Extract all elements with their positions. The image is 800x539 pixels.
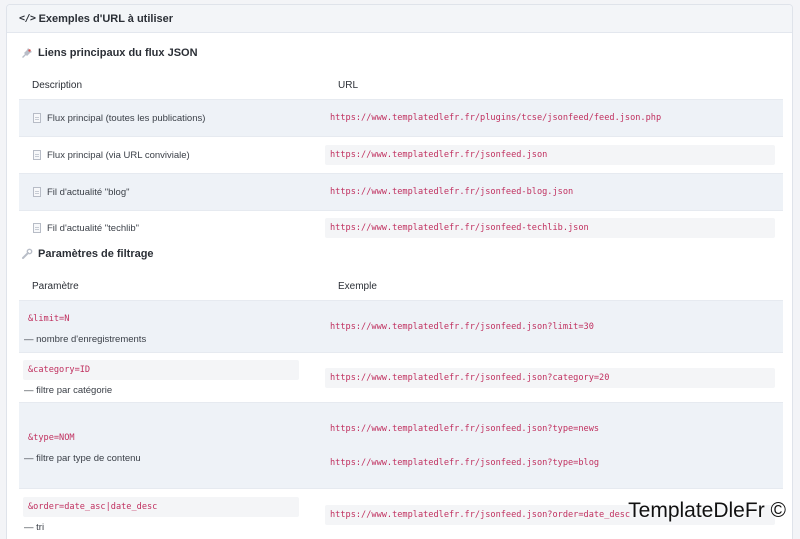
pin-icon: [21, 47, 33, 59]
url-examples-panel: </> Exemples d'URL à utiliser Liens prin…: [6, 4, 793, 539]
param-description: — nombre d'enregistrements: [24, 333, 147, 345]
param-description: — filtre par catégorie: [24, 384, 113, 396]
param-description: — tri: [24, 521, 45, 533]
table-row: Fil d'actualité "techlib" https://www.te…: [19, 210, 783, 245]
table-row: Flux principal (toutes les publications)…: [19, 99, 783, 136]
document-icon: [33, 113, 41, 123]
wrench-icon: [21, 248, 33, 260]
column-parameter: Paramètre: [32, 280, 79, 292]
feed-label: Flux principal (toutes les publications): [47, 112, 206, 124]
table-row: &category=ID — filtre par catégorie http…: [19, 352, 783, 402]
panel-header: </> Exemples d'URL à utiliser: [7, 5, 792, 33]
feed-label: Flux principal (via URL conviviale): [47, 149, 190, 161]
example-url[interactable]: https://www.templatedlefr.fr/jsonfeed.js…: [325, 418, 775, 439]
param-description: — filtre par type de contenu: [24, 452, 141, 464]
param-code[interactable]: &order=date_asc|date_desc: [23, 496, 299, 517]
table-row: &limit=N — nombre d'enregistrements http…: [19, 300, 783, 352]
feeds-table: Description URL Flux principal (toutes l…: [19, 71, 783, 245]
example-url[interactable]: https://www.templatedlefr.fr/jsonfeed.js…: [325, 452, 775, 473]
param-code[interactable]: &type=NOM: [23, 427, 299, 448]
column-description: Description: [32, 79, 83, 91]
feed-label: Fil d'actualité "techlib": [47, 222, 139, 234]
section-filters-title: Paramètres de filtrage: [21, 248, 154, 260]
document-icon: [33, 150, 41, 160]
table-row: Flux principal (via URL conviviale) http…: [19, 136, 783, 173]
table-row: &type=NOM — filtre par type de contenu h…: [19, 402, 783, 488]
document-icon: [33, 187, 41, 197]
code-icon: </>: [19, 13, 36, 24]
watermark: TemplateDleFr ©: [628, 499, 786, 522]
feed-url[interactable]: https://www.templatedlefr.fr/plugins/tcs…: [325, 108, 775, 128]
feeds-table-header: Description URL: [19, 71, 783, 99]
table-row: Fil d'actualité "blog" https://www.templ…: [19, 173, 783, 210]
section-filters-label: Paramètres de filtrage: [38, 248, 154, 260]
feed-label: Fil d'actualité "blog": [47, 186, 130, 198]
section-feeds-title: Liens principaux du flux JSON: [21, 47, 198, 59]
feed-url[interactable]: https://www.templatedlefr.fr/jsonfeed-te…: [325, 218, 775, 238]
section-feeds-label: Liens principaux du flux JSON: [38, 47, 198, 59]
example-url[interactable]: https://www.templatedlefr.fr/jsonfeed.js…: [325, 316, 775, 337]
document-icon: [33, 223, 41, 233]
param-code[interactable]: &limit=N: [23, 308, 299, 329]
feed-url[interactable]: https://www.templatedlefr.fr/jsonfeed-bl…: [325, 182, 775, 202]
column-example: Exemple: [338, 280, 377, 292]
param-code[interactable]: &category=ID: [23, 359, 299, 380]
example-url[interactable]: https://www.templatedlefr.fr/jsonfeed.js…: [325, 367, 775, 388]
panel-title: Exemples d'URL à utiliser: [38, 12, 174, 25]
feed-url[interactable]: https://www.templatedlefr.fr/jsonfeed.js…: [325, 145, 775, 165]
filters-table-header: Paramètre Exemple: [19, 272, 783, 300]
column-url: URL: [338, 79, 359, 91]
